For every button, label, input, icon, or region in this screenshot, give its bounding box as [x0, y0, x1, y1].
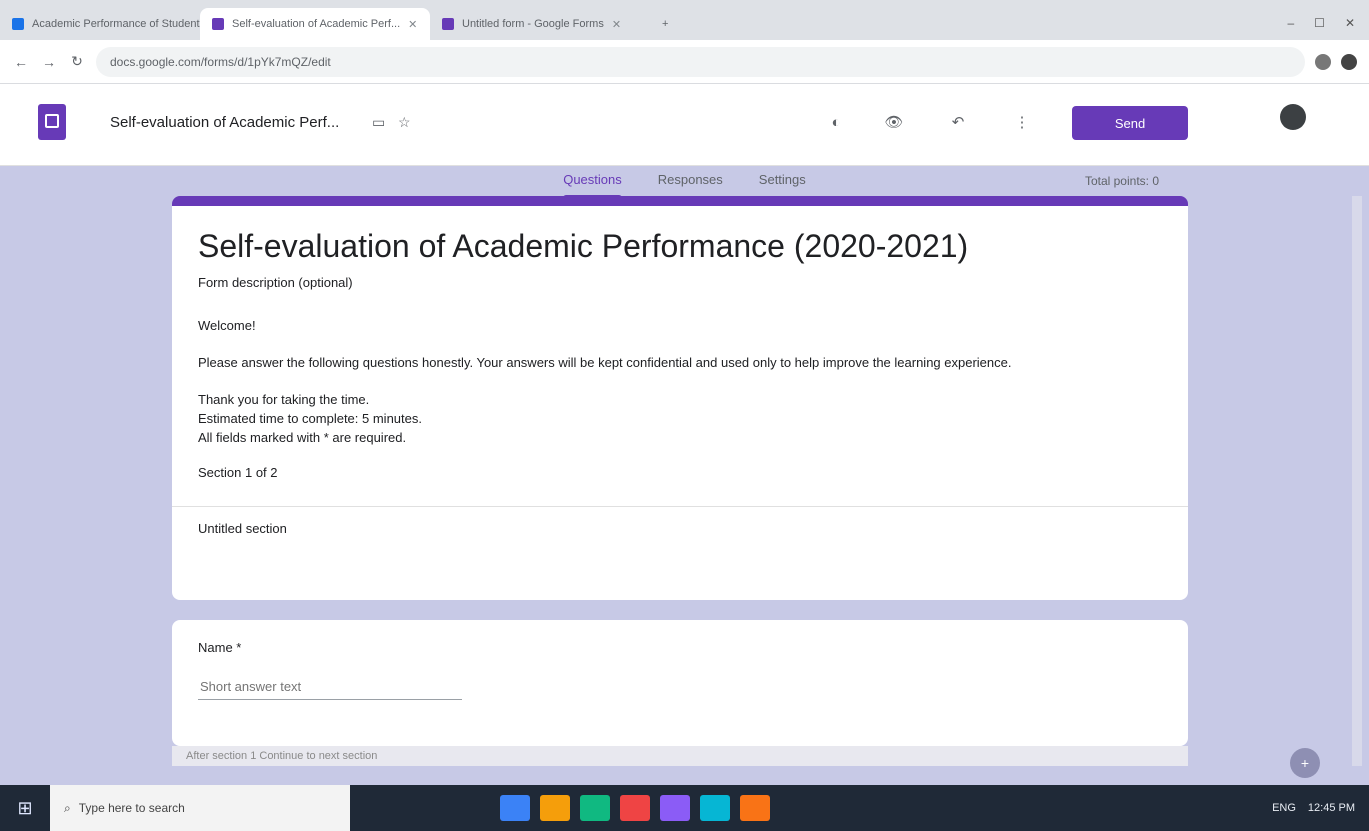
taskbar-apps [500, 795, 770, 821]
description-line: Estimated time to complete: 5 minutes. [198, 411, 422, 426]
form-description[interactable]: Form description (optional) [198, 275, 1162, 290]
forms-header: Self-evaluation of Academic Perf... ▭ ☆ … [0, 84, 1369, 166]
forward-icon[interactable]: → [40, 54, 58, 70]
total-points: Total points: 0 [1084, 174, 1159, 188]
form-title-card[interactable]: Self-evaluation of Academic Performance … [172, 196, 1188, 600]
tab-favicon-icon [12, 18, 24, 30]
url-field[interactable]: docs.google.com/forms/d/1pYk7mQZ/edit [96, 46, 1305, 77]
form-heading: Welcome! [198, 318, 256, 333]
browser-tab-strip: Academic Performance of Students ✕ Self-… [0, 0, 1369, 40]
taskbar-app-icon[interactable] [700, 795, 730, 821]
folder-icon[interactable]: ▭ [372, 114, 385, 131]
reload-icon[interactable]: ↻ [68, 53, 86, 70]
palette-icon[interactable]: ◐ [822, 108, 850, 136]
page-scrollbar[interactable] [1352, 196, 1362, 766]
section-label: Section 1 of 2 [198, 465, 278, 480]
close-window-icon[interactable]: ✕ [1345, 16, 1355, 30]
os-taskbar: ⊞ ⌕ Type here to search ENG 12:45 PM [0, 785, 1369, 831]
tab-favicon-icon [442, 18, 454, 30]
plus-icon: + [662, 18, 669, 30]
system-tray: ENG 12:45 PM [1272, 802, 1369, 814]
document-title[interactable]: Self-evaluation of Academic Perf... [110, 114, 339, 131]
browser-tab-active[interactable]: Self-evaluation of Academic Perf... ✕ [200, 8, 430, 40]
taskbar-app-icon[interactable] [620, 795, 650, 821]
question-label: Name * [198, 640, 242, 655]
account-avatar[interactable] [1280, 104, 1306, 130]
new-tab-button[interactable]: + [650, 8, 680, 40]
form-title[interactable]: Self-evaluation of Academic Performance … [198, 228, 1162, 265]
preview-eye-icon[interactable]: 👁 [880, 108, 908, 136]
tab-favicon-icon [212, 18, 224, 30]
minimize-icon[interactable]: – [1287, 16, 1294, 30]
description-line: All fields marked with * are required. [198, 430, 407, 445]
question-card[interactable]: Name * [172, 620, 1188, 746]
form-tabs: Questions Responses Settings [0, 166, 1369, 198]
tab-label: Academic Performance of Students [32, 18, 200, 30]
windows-start-icon[interactable]: ⊞ [0, 785, 50, 831]
tab-close-icon[interactable]: ✕ [612, 18, 621, 31]
tab-questions[interactable]: Questions [563, 166, 622, 198]
description-line: Thank you for taking the time. [198, 392, 370, 407]
taskbar-search[interactable]: ⌕ Type here to search [50, 785, 350, 831]
tab-close-icon[interactable]: ✕ [408, 18, 417, 31]
profile-icon[interactable] [1341, 53, 1357, 70]
short-answer-field[interactable] [198, 673, 462, 700]
back-icon[interactable]: ← [12, 54, 30, 70]
more-options-icon[interactable]: ⋮ [1008, 108, 1036, 136]
tab-responses[interactable]: Responses [658, 166, 723, 196]
taskbar-app-icon[interactable] [540, 795, 570, 821]
star-icon[interactable]: ☆ [398, 114, 411, 131]
window-controls: – ☐ ✕ [1287, 16, 1369, 40]
taskbar-app-icon[interactable] [500, 795, 530, 821]
tab-label: Untitled form - Google Forms [462, 18, 604, 30]
url-text: docs.google.com/forms/d/1pYk7mQZ/edit [110, 54, 331, 69]
undo-icon[interactable]: ↶ [944, 108, 972, 136]
language-indicator[interactable]: ENG [1272, 802, 1296, 814]
browser-tab[interactable]: Untitled form - Google Forms ✕ [430, 8, 650, 40]
extension-icon[interactable] [1315, 53, 1331, 70]
taskbar-app-icon[interactable] [660, 795, 690, 821]
maximize-icon[interactable]: ☐ [1314, 16, 1325, 30]
section-title[interactable]: Untitled section [172, 506, 1188, 536]
description-paragraph: Please answer the following questions ho… [198, 355, 1012, 370]
taskbar-app-icon[interactable] [580, 795, 610, 821]
forms-logo-icon[interactable] [38, 104, 66, 140]
description-lines: Thank you for taking the time. Estimated… [198, 390, 1162, 447]
add-question-icon[interactable]: + [1290, 748, 1320, 778]
tab-settings[interactable]: Settings [759, 166, 806, 196]
browser-tab[interactable]: Academic Performance of Students ✕ [0, 8, 200, 40]
tab-label: Self-evaluation of Academic Perf... [232, 18, 401, 30]
address-bar-row: ← → ↻ docs.google.com/forms/d/1pYk7mQZ/e… [0, 40, 1369, 84]
send-button[interactable]: Send [1072, 106, 1188, 140]
clock[interactable]: 12:45 PM [1308, 802, 1355, 814]
taskbar-app-icon[interactable] [740, 795, 770, 821]
taskbar-search-placeholder: Type here to search [78, 801, 185, 815]
search-icon: ⌕ [64, 800, 71, 815]
section-navigation-strip[interactable]: After section 1 Continue to next section [172, 746, 1188, 766]
